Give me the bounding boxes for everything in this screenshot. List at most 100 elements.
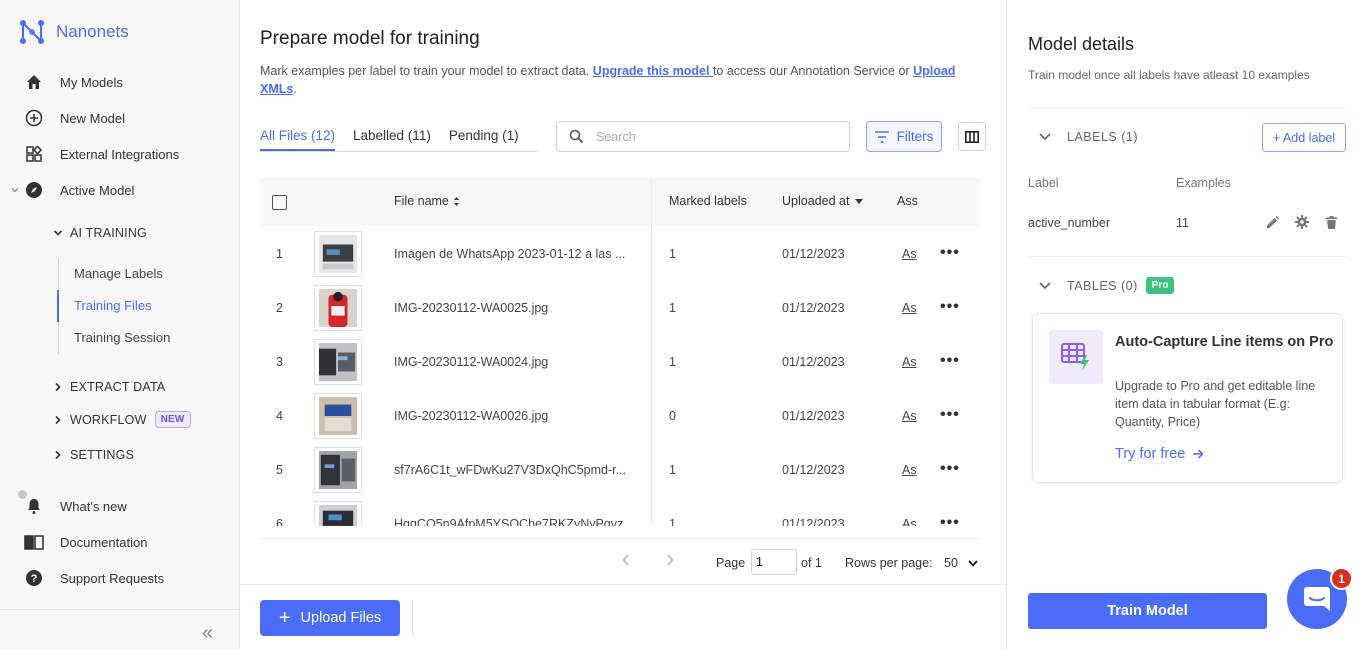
nav-workflow[interactable]: WORKFLOW NEW [52,411,191,428]
home-icon [24,72,44,92]
search-input[interactable] [596,129,826,144]
sidebar-footer: « [0,609,239,649]
chevron-down-icon [10,185,20,195]
page-number-input[interactable] [751,549,797,575]
table-row[interactable]: 3 IMG-20230112-WA0024.jpg 1 01/12/2023 As ••• [260,334,980,388]
rows-per-page-label: Rows per page: [845,556,933,570]
row-index: 3 [276,355,283,369]
table-row[interactable]: 5 sf7rA6C1t_wFDwKu27V3DxQhC5pmd-r... 1 01/1… [260,442,980,496]
filters-label: Filters [896,129,934,144]
file-name[interactable]: Imagen de WhatsApp 2023-01-12 a las ... [394,247,625,261]
file-thumbnail[interactable] [314,285,362,331]
header-file-name[interactable]: File name [394,194,460,208]
assign-link[interactable]: As [902,517,917,526]
nav-whats-new[interactable]: What's new [18,490,127,516]
file-thumbnail[interactable] [314,339,362,385]
nav-new-model[interactable]: New Model [24,108,125,128]
filters-button[interactable]: Filters [866,121,942,152]
label-examples-count: 11 [1176,216,1189,230]
nav-my-models[interactable]: My Models [24,72,123,92]
assign-link[interactable]: As [902,409,917,423]
nav-external-integrations[interactable]: External Integrations [24,144,179,164]
assign-link[interactable]: As [902,463,917,477]
brand-name: Nanonets [56,22,129,41]
uploaded-date: 01/12/2023 [782,247,845,261]
marked-labels-count: 0 [669,409,676,423]
marked-labels-count: 1 [669,355,676,369]
upload-files-button[interactable]: + Upload Files [260,600,400,636]
tab-pending[interactable]: Pending (1) [449,126,519,151]
trash-icon[interactable] [1323,214,1339,230]
more-options-icon[interactable]: ••• [940,460,960,478]
edit-icon[interactable] [1264,214,1280,230]
assign-link[interactable]: As [902,301,917,315]
file-name[interactable]: IMG-20230112-WA0025.jpg [394,301,548,315]
file-name[interactable]: sf7rA6C1t_wFDwKu27V3DxQhC5pmd-r... [394,463,626,477]
add-label-button[interactable]: + Add label [1262,123,1346,152]
nav-extract-data[interactable]: EXTRACT DATA [52,380,165,394]
page-description: Mark examples per label to train your mo… [260,62,980,98]
assign-link[interactable]: As [902,355,917,369]
more-options-icon[interactable]: ••• [940,514,960,526]
try-for-free-link[interactable]: Try for free [1115,446,1204,462]
nav-settings[interactable]: SETTINGS [52,448,134,462]
more-options-icon[interactable]: ••• [940,352,960,370]
files-table: File name Marked labels Uploaded at Ass … [260,178,980,526]
nav-training-files[interactable]: Training Files [74,298,152,313]
sort-desc-icon [855,198,864,204]
nav-training-session[interactable]: Training Session [74,330,170,345]
uploaded-date: 01/12/2023 [782,463,845,477]
description-mid: to access our Annotation Service or [712,64,914,78]
file-thumbnail[interactable] [314,447,362,493]
file-thumbnail[interactable] [314,393,362,439]
labels-section-header[interactable]: LABELS (1) [1039,130,1138,144]
more-options-icon[interactable]: ••• [940,298,960,316]
nav-external-integrations-label: External Integrations [60,146,180,162]
uploaded-date: 01/12/2023 [782,517,845,526]
chevron-down-icon [968,559,978,567]
next-page-icon[interactable] [666,553,674,569]
rows-per-page-select[interactable]: 50 [944,556,978,570]
tab-all-files[interactable]: All Files (12) [260,126,336,151]
file-name[interactable]: IMG-20230112-WA0026.jpg [394,409,548,423]
upgrade-model-link[interactable]: Upgrade this model [593,64,713,78]
chat-icon [1303,586,1331,612]
columns-toggle-button[interactable] [958,122,986,151]
gear-icon[interactable] [1294,214,1310,230]
file-thumbnail[interactable] [314,231,362,277]
model-details-subtitle: Train model once all labels have atleast… [1028,68,1310,82]
row-index: 2 [276,301,283,315]
more-options-icon[interactable]: ••• [940,244,960,262]
train-model-button[interactable]: Train Model [1028,593,1267,629]
header-marked-labels[interactable]: Marked labels [669,194,747,208]
description-text: Mark examples per label to train your mo… [260,64,593,78]
brand[interactable]: Nanonets [18,18,129,46]
plus-icon: + [278,606,291,629]
collapse-sidebar-icon[interactable]: « [202,622,213,645]
assign-link[interactable]: As [902,247,917,261]
nav-documentation[interactable]: Documentation [24,532,147,552]
file-name[interactable]: IMG-20230112-WA0024.jpg [394,355,548,369]
table-row[interactable]: 1 Imagen de WhatsApp 2023-01-12 a las ...… [260,226,980,280]
file-thumbnail[interactable] [314,501,362,526]
nav-ai-training[interactable]: AI TRAINING [52,226,147,240]
nav-active-model-label: Active Model [60,182,135,198]
more-options-icon[interactable]: ••• [940,406,960,424]
nav-active-model[interactable]: Active Model [10,180,134,200]
tables-section-header[interactable]: TABLES (0) Pro [1039,277,1175,294]
nav-manage-labels[interactable]: Manage Labels [74,266,163,281]
divider [1028,256,1346,257]
header-uploaded-at[interactable]: Uploaded at [782,194,864,208]
table-row[interactable]: 6 HqgCO5n9AfpM5YSOChe7RKZyNyPqvz... 1 01/12… [260,496,980,526]
header-assigned[interactable]: Ass [897,194,918,208]
tab-labelled[interactable]: Labelled (11) [353,126,431,151]
table-row[interactable]: 2 IMG-20230112-WA0025.jpg 1 01/12/2023 As ••• [260,280,980,334]
prev-page-icon[interactable] [622,553,630,569]
chat-notification-badge: 1 [1330,567,1353,590]
select-all-checkbox[interactable] [272,195,287,210]
nav-support-requests[interactable]: ? Support Requests [24,568,164,588]
table-header: File name Marked labels Uploaded at Ass [260,178,980,226]
file-name[interactable]: HqgCO5n9AfpM5YSOChe7RKZyNyPqvz... [394,517,634,526]
subnav-active-indicator [57,290,59,322]
table-row[interactable]: 4 IMG-20230112-WA0026.jpg 0 01/12/2023 As ••• [260,388,980,442]
